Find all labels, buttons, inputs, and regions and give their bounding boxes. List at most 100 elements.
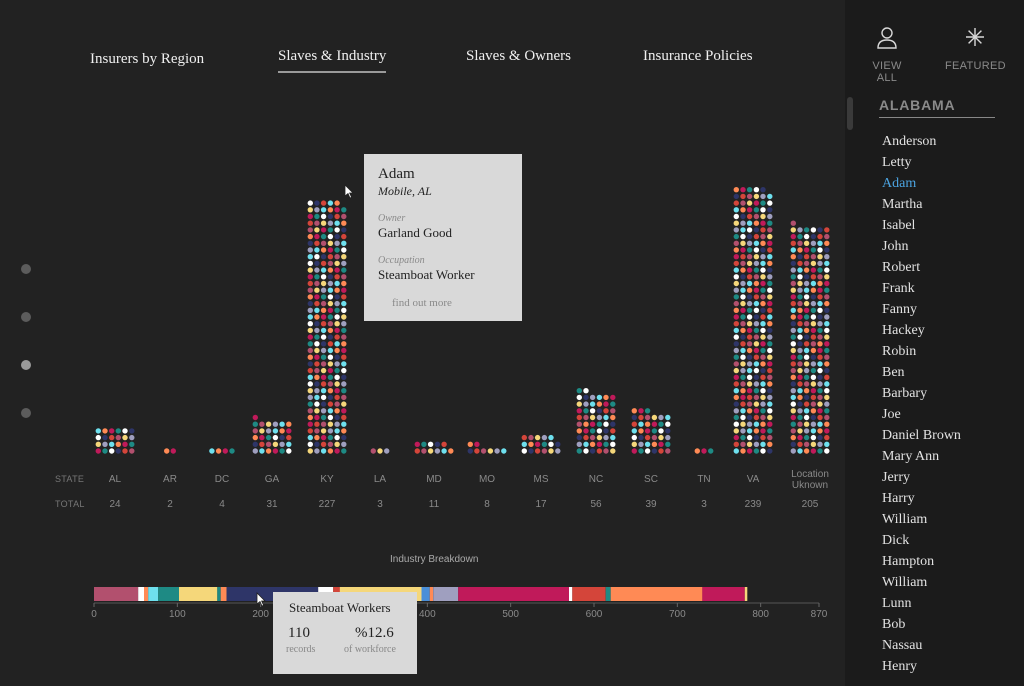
- record-dot[interactable]: [760, 247, 766, 253]
- record-dot[interactable]: [307, 274, 313, 280]
- industry-segment[interactable]: [744, 587, 748, 601]
- record-dot[interactable]: [740, 321, 746, 327]
- record-dot[interactable]: [631, 414, 637, 421]
- record-dot[interactable]: [824, 274, 830, 280]
- record-dot[interactable]: [740, 254, 746, 260]
- record-dot[interactable]: [740, 247, 746, 253]
- record-dot[interactable]: [583, 388, 589, 394]
- record-dot[interactable]: [767, 347, 773, 354]
- record-dot[interactable]: [209, 448, 215, 454]
- record-dot[interactable]: [644, 408, 651, 414]
- record-dot[interactable]: [797, 247, 803, 253]
- record-dot[interactable]: [334, 434, 340, 441]
- record-dot[interactable]: [733, 394, 739, 401]
- record-dot[interactable]: [767, 254, 773, 260]
- record-dot[interactable]: [555, 448, 561, 454]
- name-list-item[interactable]: Jerry: [882, 467, 961, 488]
- record-dot[interactable]: [760, 327, 766, 334]
- record-dot[interactable]: [286, 434, 292, 441]
- record-dot[interactable]: [760, 207, 766, 213]
- record-dot[interactable]: [790, 254, 796, 260]
- record-dot[interactable]: [824, 327, 830, 334]
- record-dot[interactable]: [341, 367, 347, 374]
- record-dot[interactable]: [797, 381, 803, 387]
- record-dot[interactable]: [760, 187, 766, 193]
- record-dot[interactable]: [767, 200, 773, 206]
- record-dot[interactable]: [314, 307, 320, 313]
- record-dot[interactable]: [733, 200, 739, 206]
- record-dot[interactable]: [760, 267, 766, 273]
- name-list-item[interactable]: John: [882, 236, 961, 257]
- record-dot[interactable]: [767, 207, 773, 213]
- record-dot[interactable]: [341, 207, 347, 213]
- record-dot[interactable]: [760, 280, 766, 287]
- record-dot[interactable]: [272, 434, 279, 441]
- record-dot[interactable]: [753, 394, 760, 401]
- record-dot[interactable]: [334, 414, 340, 421]
- record-dot[interactable]: [746, 361, 753, 367]
- record-dot[interactable]: [740, 280, 746, 287]
- record-dot[interactable]: [733, 414, 739, 421]
- record-dot[interactable]: [327, 227, 334, 233]
- record-dot[interactable]: [259, 441, 265, 447]
- featured-button[interactable]: FEATURED: [945, 26, 1006, 72]
- record-dot[interactable]: [229, 448, 235, 454]
- record-dot[interactable]: [753, 300, 760, 307]
- dot-column-la[interactable]: [370, 448, 390, 454]
- record-dot[interactable]: [665, 441, 671, 447]
- record-dot[interactable]: [753, 414, 760, 421]
- record-dot[interactable]: [760, 374, 766, 380]
- record-dot[interactable]: [733, 227, 739, 233]
- record-dot[interactable]: [589, 421, 596, 427]
- record-dot[interactable]: [631, 441, 637, 447]
- record-dot[interactable]: [528, 434, 534, 441]
- record-dot[interactable]: [746, 227, 753, 233]
- record-dot[interactable]: [767, 421, 773, 427]
- record-dot[interactable]: [760, 321, 766, 327]
- record-dot[interactable]: [286, 421, 292, 427]
- record-dot[interactable]: [740, 408, 746, 414]
- record-dot[interactable]: [790, 354, 796, 360]
- record-dot[interactable]: [767, 213, 773, 220]
- record-dot[interactable]: [760, 354, 766, 360]
- record-dot[interactable]: [733, 300, 739, 307]
- record-dot[interactable]: [610, 401, 616, 407]
- record-dot[interactable]: [760, 193, 766, 200]
- record-dot[interactable]: [733, 247, 739, 253]
- record-dot[interactable]: [767, 260, 773, 267]
- record-dot[interactable]: [733, 448, 739, 454]
- record-dot[interactable]: [797, 394, 803, 401]
- record-dot[interactable]: [596, 421, 603, 427]
- record-dot[interactable]: [753, 187, 760, 193]
- record-dot[interactable]: [596, 448, 603, 454]
- record-dot[interactable]: [824, 354, 830, 360]
- record-dot[interactable]: [341, 374, 347, 380]
- record-dot[interactable]: [596, 394, 603, 401]
- industry-segment[interactable]: [220, 587, 227, 601]
- record-dot[interactable]: [610, 441, 616, 447]
- record-dot[interactable]: [320, 434, 327, 441]
- name-list-item[interactable]: William: [882, 572, 961, 593]
- record-dot[interactable]: [797, 401, 803, 407]
- record-dot[interactable]: [320, 321, 327, 327]
- record-dot[interactable]: [824, 334, 830, 340]
- record-dot[interactable]: [327, 428, 334, 434]
- record-dot[interactable]: [341, 388, 347, 394]
- record-dot[interactable]: [790, 441, 796, 447]
- record-dot[interactable]: [803, 260, 810, 267]
- record-dot[interactable]: [824, 374, 830, 380]
- record-dot[interactable]: [320, 254, 327, 260]
- view-all-button[interactable]: VIEW ALL: [861, 26, 913, 84]
- record-dot[interactable]: [824, 341, 830, 347]
- record-dot[interactable]: [824, 321, 830, 327]
- record-dot[interactable]: [583, 408, 589, 414]
- record-dot[interactable]: [341, 294, 347, 300]
- record-dot[interactable]: [252, 434, 258, 441]
- record-dot[interactable]: [320, 287, 327, 293]
- record-dot[interactable]: [753, 341, 760, 347]
- record-dot[interactable]: [109, 428, 115, 434]
- record-dot[interactable]: [733, 354, 739, 360]
- industry-segment[interactable]: [94, 587, 139, 601]
- record-dot[interactable]: [740, 267, 746, 273]
- record-dot[interactable]: [279, 421, 285, 427]
